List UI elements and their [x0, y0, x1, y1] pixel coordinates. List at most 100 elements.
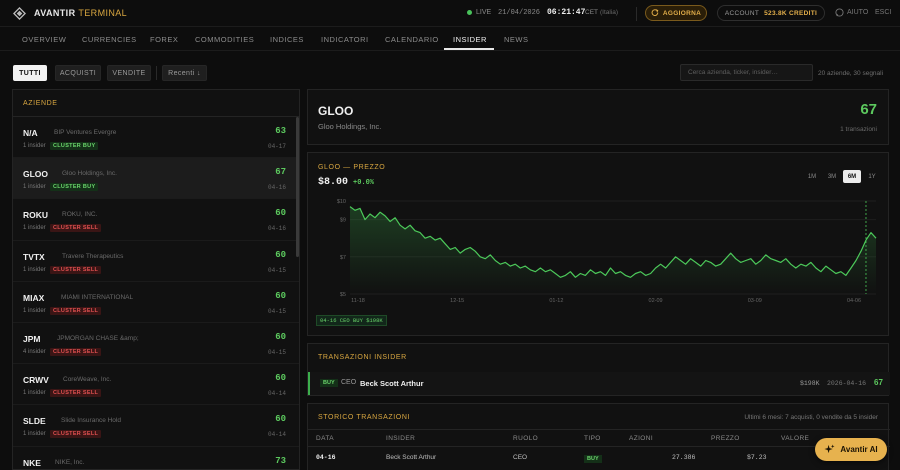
exit-button[interactable]: ESCI: [875, 9, 891, 16]
col-shares[interactable]: AZIONI: [629, 435, 653, 442]
company-row-gloo[interactable]: GLOO Gloo Holdings, Inc. 1 insider CLUSTER …: [13, 158, 299, 200]
app-brand[interactable]: AVANTIR TERMINAL: [34, 8, 127, 18]
sparkles-icon: [824, 444, 835, 454]
tab-forex[interactable]: FOREX: [150, 35, 178, 44]
company-name: BIP Ventures Evergre: [54, 129, 117, 136]
range-6m-button[interactable]: 6M: [843, 170, 861, 183]
sort-dropdown[interactable]: Recenti ↓: [162, 65, 207, 81]
x-tick-label: 04-06: [847, 298, 861, 304]
chart-title: GLOO — PREZZO: [318, 164, 386, 171]
range-3m-button[interactable]: 3M: [824, 170, 840, 183]
tab-insider[interactable]: INSIDER: [453, 35, 487, 44]
company-row-slde[interactable]: SLDE Slide Insurance Hold 1 insider CLUSTER…: [13, 405, 299, 447]
signal-badge: CLUSTER SELL: [50, 430, 102, 439]
transaction-count: 1 transazioni: [840, 126, 877, 133]
signal-badge: CLUSTER BUY: [50, 142, 99, 150]
company-score: 60: [275, 414, 286, 425]
company-ticker: GLOO: [23, 169, 49, 180]
transaction-history-card: STORICO TRANSAZIONI Ultimi 6 mesi: 7 acq…: [307, 403, 890, 470]
live-label: LIVE: [476, 9, 492, 16]
company-score: 60: [275, 331, 286, 342]
col-type[interactable]: TIPO: [584, 435, 601, 442]
col-value[interactable]: VALORE: [781, 435, 809, 442]
insider-count: 1 insider: [23, 225, 46, 232]
company-row-jpm[interactable]: JPM JPMORGAN CHASE &amp; 4 insider CLUSTER …: [13, 323, 299, 365]
company-ticker: GLOO: [318, 104, 354, 118]
company-score: 67: [275, 167, 286, 178]
company-ticker: TVTX: [23, 251, 45, 262]
tab-overview[interactable]: OVERVIEW: [22, 35, 66, 44]
company-name: NIKE, Inc.: [55, 458, 85, 466]
cell-role: CEO: [513, 454, 528, 461]
tab-indices[interactable]: INDICES: [270, 35, 304, 44]
company-row-roku[interactable]: ROKU ROKU, INC. 1 insider CLUSTER SELL 60 04-…: [13, 199, 299, 241]
table-row[interactable]: 04-16 Beck Scott Arthur CEO BUY 27.386 $…: [308, 447, 890, 469]
chart-price: $8.00: [318, 177, 349, 188]
brand-name: AVANTIR: [34, 8, 76, 18]
tab-currencies[interactable]: CURRENCIES: [82, 35, 137, 44]
company-row-na[interactable]: N/A BIP Ventures Evergre 1 insider CLUSTER …: [13, 117, 299, 159]
transactions-title: TRANSAZIONI INSIDER: [318, 354, 407, 361]
signal-date: 04-15: [267, 307, 286, 315]
companies-scrollbar[interactable]: [296, 117, 299, 257]
company-name: Slide Insurance Hold: [61, 417, 121, 425]
signal-date: 04-16: [267, 225, 286, 233]
company-row-nke[interactable]: NKE NIKE, Inc. 73: [13, 447, 299, 470]
company-score: 73: [275, 455, 286, 466]
price-chart-card: GLOO — PREZZO $8.00 +0.0% 1M 3M 6M 1Y $1…: [307, 152, 889, 336]
active-tab-indicator: [444, 48, 494, 50]
signal-date: 04-14: [267, 390, 286, 398]
company-name: Gloo Holdings, Inc.: [318, 122, 382, 131]
chat-help-icon: [835, 8, 844, 17]
company-row-crwv[interactable]: CRWV CoreWeave, Inc. 1 insider CLUSTER SELL…: [13, 364, 299, 406]
range-1y-button[interactable]: 1Y: [864, 170, 880, 183]
help-button[interactable]: AIUTO: [835, 8, 868, 17]
cell-price: $7.23: [747, 454, 767, 461]
transaction-row[interactable]: BUY CEO Beck Scott Arthur $198K 2026-04-…: [308, 372, 890, 395]
companies-panel: AZIENDE N/A BIP Ventures Evergre 1 insider…: [12, 89, 300, 470]
company-header-card: GLOO Gloo Holdings, Inc. 67 1 transazion…: [307, 89, 889, 145]
insider-count: 1 insider: [23, 184, 46, 191]
signal-date: 04-14: [267, 431, 286, 439]
company-ticker: CRWV: [23, 375, 49, 386]
live-dot-icon: [467, 10, 472, 15]
brand-suffix: TERMINAL: [78, 8, 128, 18]
signal-badge: CLUSTER SELL: [50, 347, 102, 356]
company-row-tvtx[interactable]: TVTX Travere Therapeutics 1 insider CLUSTER…: [13, 241, 299, 282]
cell-insider: Beck Scott Arthur: [386, 454, 437, 461]
account-button[interactable]: ACCOUNT 523.8K CREDITI: [717, 5, 825, 21]
company-row-miax[interactable]: MIAX MIAMI INTERNATIONAL 1 insider CLUSTER …: [13, 282, 299, 323]
insider-count: 1 insider: [23, 266, 46, 273]
signal-badge: CLUSTER SELL: [50, 389, 102, 398]
signal-date: 04-17: [267, 143, 286, 150]
refresh-button[interactable]: AGGIORNA: [645, 5, 707, 21]
transaction-date: 2026-04-16: [827, 380, 867, 387]
company-score: 60: [275, 249, 286, 260]
tab-indicatori[interactable]: INDICATORI: [321, 35, 369, 44]
col-insider[interactable]: INSIDER: [386, 435, 415, 442]
x-tick-label: 11-18: [351, 298, 365, 304]
account-credits: 523.8K CREDITI: [764, 9, 818, 17]
avantir-ai-button[interactable]: Avantir AI: [815, 438, 887, 461]
filter-all-button[interactable]: TUTTI: [13, 65, 47, 81]
transaction-value: $198K: [800, 380, 820, 387]
col-date[interactable]: DATA: [316, 435, 334, 442]
filter-sells-button[interactable]: VENDITE: [107, 65, 151, 81]
tab-news[interactable]: NEWS: [504, 35, 529, 44]
insider-transactions-card: TRANSAZIONI INSIDER BUY CEO Beck Scott A…: [307, 343, 890, 396]
col-price[interactable]: PREZZO: [711, 435, 740, 442]
company-name: Gloo Holdings, Inc.: [62, 170, 117, 178]
search-input[interactable]: [680, 64, 813, 81]
col-role[interactable]: RUOLO: [513, 435, 538, 442]
transaction-score: 67: [874, 378, 883, 387]
price-chart: $10 $9 $7 $5 11-18 12-15 01-12 02-09 03-09 04-06: [337, 199, 877, 304]
tab-commodities[interactable]: COMMODITIES: [195, 35, 254, 44]
signal-badge: CLUSTER BUY: [50, 183, 99, 192]
tab-calendario[interactable]: CALENDARIO: [385, 35, 439, 44]
signal-date: 04-15: [267, 266, 286, 274]
filter-buys-button[interactable]: ACQUISTI: [55, 65, 101, 81]
insider-buy-marker-label: 04-16 CEO BUY $198K: [316, 315, 387, 326]
range-1m-button[interactable]: 1M: [804, 170, 820, 183]
company-ticker: NKE: [23, 457, 41, 468]
insider-count: 1 insider: [23, 390, 46, 397]
